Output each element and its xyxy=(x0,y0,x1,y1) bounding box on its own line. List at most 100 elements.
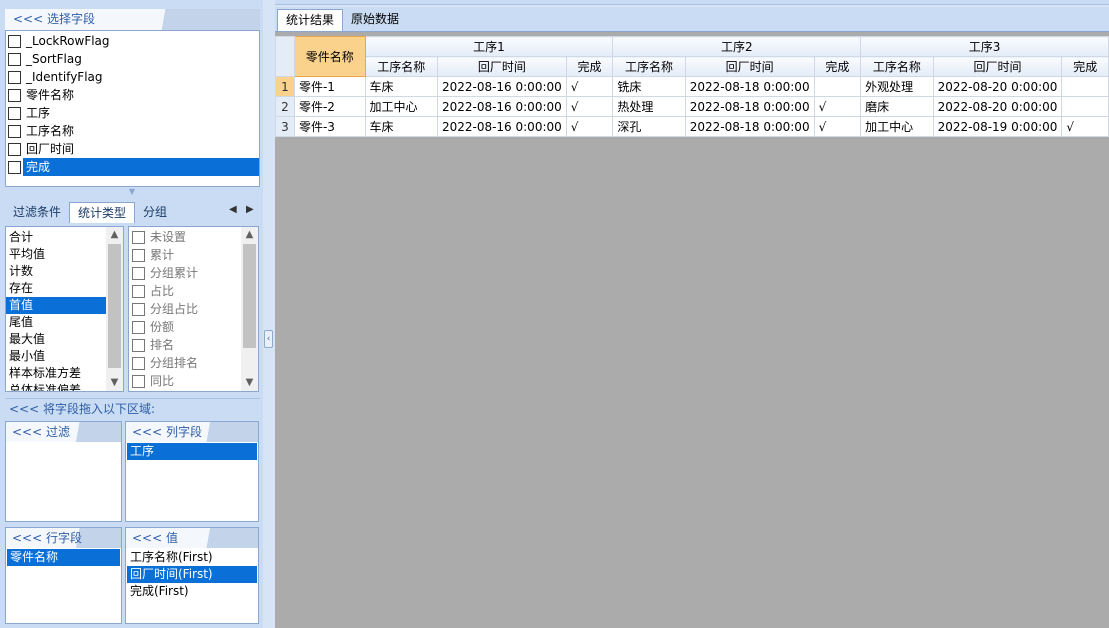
table-cell[interactable]: 深孔 xyxy=(612,116,686,137)
column-header[interactable]: 工序名称 xyxy=(612,56,686,77)
column-area-list[interactable]: 工序 xyxy=(126,442,258,461)
table-cell[interactable]: 铣床 xyxy=(612,76,686,97)
table-cell[interactable]: 外观处理 xyxy=(860,76,934,97)
table-cell[interactable] xyxy=(1061,76,1109,97)
stat-type-item[interactable]: 尾值 xyxy=(6,314,107,331)
row-number[interactable]: 3 xyxy=(275,116,295,137)
stat-option-checkbox[interactable] xyxy=(132,320,145,334)
stat-option-checkbox[interactable] xyxy=(132,284,145,298)
drop-area-item[interactable]: 回厂时间(First) xyxy=(127,566,257,583)
value-drop-area[interactable]: <<< 值 工序名称(First) 回厂时间(First) 完成(First) xyxy=(125,527,259,624)
table-cell[interactable]: 加工中心 xyxy=(860,116,934,137)
column-header[interactable]: 完成 xyxy=(1061,56,1109,77)
stat-option-item[interactable]: 累计 xyxy=(129,246,242,264)
table-cell[interactable]: 车床 xyxy=(364,76,438,97)
row-number[interactable]: 2 xyxy=(275,96,295,117)
stat-type-item[interactable]: 首值 xyxy=(6,297,107,314)
table-cell[interactable]: 热处理 xyxy=(612,96,686,117)
collapse-left-icon[interactable]: ‹ xyxy=(264,330,273,348)
stat-option-checkbox[interactable] xyxy=(132,356,145,370)
row-label[interactable]: 零件-2 xyxy=(293,96,366,117)
stat-type-item[interactable]: 存在 xyxy=(6,280,107,297)
column-header[interactable]: 工序名称 xyxy=(364,56,438,77)
table-cell[interactable]: 磨床 xyxy=(860,96,934,117)
table-cell[interactable]: √ xyxy=(813,116,862,137)
stat-option-item[interactable]: 份额 xyxy=(129,318,242,336)
tab-scroll-right-icon[interactable]: ▶ xyxy=(246,204,254,215)
field-item[interactable]: _IdentifyFlag xyxy=(6,68,259,86)
tab-filter[interactable]: 过滤条件 xyxy=(5,202,69,223)
field-checkbox[interactable] xyxy=(8,142,21,156)
table-cell[interactable] xyxy=(813,76,862,97)
tab-stat-type[interactable]: 统计类型 xyxy=(69,202,136,223)
scroll-thumb[interactable] xyxy=(108,244,121,368)
column-header[interactable]: 完成 xyxy=(813,56,862,77)
table-cell[interactable]: √ xyxy=(565,96,614,117)
stat-option-item[interactable]: 排名 xyxy=(129,336,242,354)
stat-type-item[interactable]: 平均值 xyxy=(6,246,107,263)
stat-option-checkbox[interactable] xyxy=(132,302,145,316)
table-cell[interactable]: 2022-08-16 0:00:00 xyxy=(436,96,567,117)
table-cell[interactable]: 2022-08-16 0:00:00 xyxy=(436,76,567,97)
pivot-grid[interactable]: 零件名称 工序1 工序2 工序3 工序名称 回厂时间 完成 工序名称 回厂时间 完成 工序名称 回厂时… xyxy=(275,36,1109,137)
row-header-title[interactable]: 零件名称 xyxy=(293,36,366,77)
tab-scroll-left-icon[interactable]: ◀ xyxy=(229,204,237,215)
tab-statistics-result[interactable]: 统计结果 xyxy=(277,9,344,31)
field-item[interactable]: 回厂时间 xyxy=(6,140,259,158)
grid-corner[interactable] xyxy=(275,36,295,77)
scroll-down-icon[interactable]: ▼ xyxy=(241,375,258,391)
stat-type-item[interactable]: 总体标准偏差 xyxy=(6,382,107,391)
field-item[interactable]: 零件名称 xyxy=(6,86,259,104)
stat-option-checkbox[interactable] xyxy=(132,266,145,280)
stat-option-item[interactable]: 分组占比 xyxy=(129,300,242,318)
table-cell[interactable]: 2022-08-18 0:00:00 xyxy=(684,76,815,97)
stat-option-item[interactable]: 未设置 xyxy=(129,228,242,246)
stat-type-item[interactable]: 最大值 xyxy=(6,331,107,348)
tab-group[interactable]: 分组 xyxy=(135,202,175,223)
drop-area-item[interactable]: 零件名称 xyxy=(7,549,120,566)
column-group-header[interactable]: 工序1 xyxy=(364,36,614,57)
column-drop-area[interactable]: <<< 列字段 工序 xyxy=(125,421,259,522)
table-cell[interactable]: 2022-08-20 0:00:00 xyxy=(932,76,1063,97)
stat-option-checkbox[interactable] xyxy=(132,338,145,352)
table-cell[interactable]: √ xyxy=(813,96,862,117)
field-checkbox[interactable] xyxy=(8,88,21,102)
stat-option-item[interactable]: 占比 xyxy=(129,282,242,300)
table-cell[interactable]: 2022-08-18 0:00:00 xyxy=(684,116,815,137)
column-header[interactable]: 工序名称 xyxy=(860,56,934,77)
field-item[interactable]: _SortFlag xyxy=(6,50,259,68)
field-checkbox[interactable] xyxy=(8,106,21,120)
drop-area-item[interactable]: 工序名称(First) xyxy=(127,549,257,566)
stat-type-item[interactable]: 计数 xyxy=(6,263,107,280)
tab-raw-data[interactable]: 原始数据 xyxy=(343,9,407,31)
table-cell[interactable]: 2022-08-18 0:00:00 xyxy=(684,96,815,117)
field-item[interactable]: _LockRowFlag xyxy=(6,32,259,50)
field-item[interactable]: 完成 xyxy=(6,158,259,176)
stat-type-list[interactable]: 合计 平均值 计数 存在 首值 尾值 最大值 最小值 样本标准方差 总体标准偏差 ▲ ▼ xyxy=(5,226,124,392)
drop-area-item[interactable]: 完成(First) xyxy=(127,583,257,600)
stat-option-checkbox[interactable] xyxy=(132,230,145,244)
value-area-list[interactable]: 工序名称(First) 回厂时间(First) 完成(First) xyxy=(126,548,258,601)
table-cell[interactable]: 加工中心 xyxy=(364,96,438,117)
table-cell[interactable]: 2022-08-20 0:00:00 xyxy=(932,96,1063,117)
panel-splitter[interactable]: ‹ xyxy=(263,0,275,628)
stat-option-item[interactable]: 分组排名 xyxy=(129,354,242,372)
table-cell[interactable]: √ xyxy=(1061,116,1109,137)
field-item[interactable]: 工序名称 xyxy=(6,122,259,140)
row-label[interactable]: 零件-3 xyxy=(293,116,366,137)
scroll-up-icon[interactable]: ▲ xyxy=(106,227,123,243)
table-row[interactable]: 2 零件-2 加工中心 2022-08-16 0:00:00 √ 热处理 2022-08-1… xyxy=(275,96,1109,117)
field-checkbox[interactable] xyxy=(8,52,21,66)
table-cell[interactable]: 2022-08-16 0:00:00 xyxy=(436,116,567,137)
column-group-header[interactable]: 工序3 xyxy=(860,36,1109,57)
stat-type-item[interactable]: 最小值 xyxy=(6,348,107,365)
field-checkbox[interactable] xyxy=(8,124,21,138)
field-checkbox[interactable] xyxy=(8,160,21,174)
field-checkbox[interactable] xyxy=(8,70,21,84)
table-row[interactable]: 1 零件-1 车床 2022-08-16 0:00:00 √ 铣床 2022-08-18 0… xyxy=(275,76,1109,97)
stat-type-item[interactable]: 样本标准方差 xyxy=(6,365,107,382)
row-area-list[interactable]: 零件名称 xyxy=(6,548,121,567)
table-cell[interactable]: 车床 xyxy=(364,116,438,137)
table-cell[interactable]: 2022-08-19 0:00:00 xyxy=(932,116,1063,137)
column-header[interactable]: 回厂时间 xyxy=(684,56,815,77)
